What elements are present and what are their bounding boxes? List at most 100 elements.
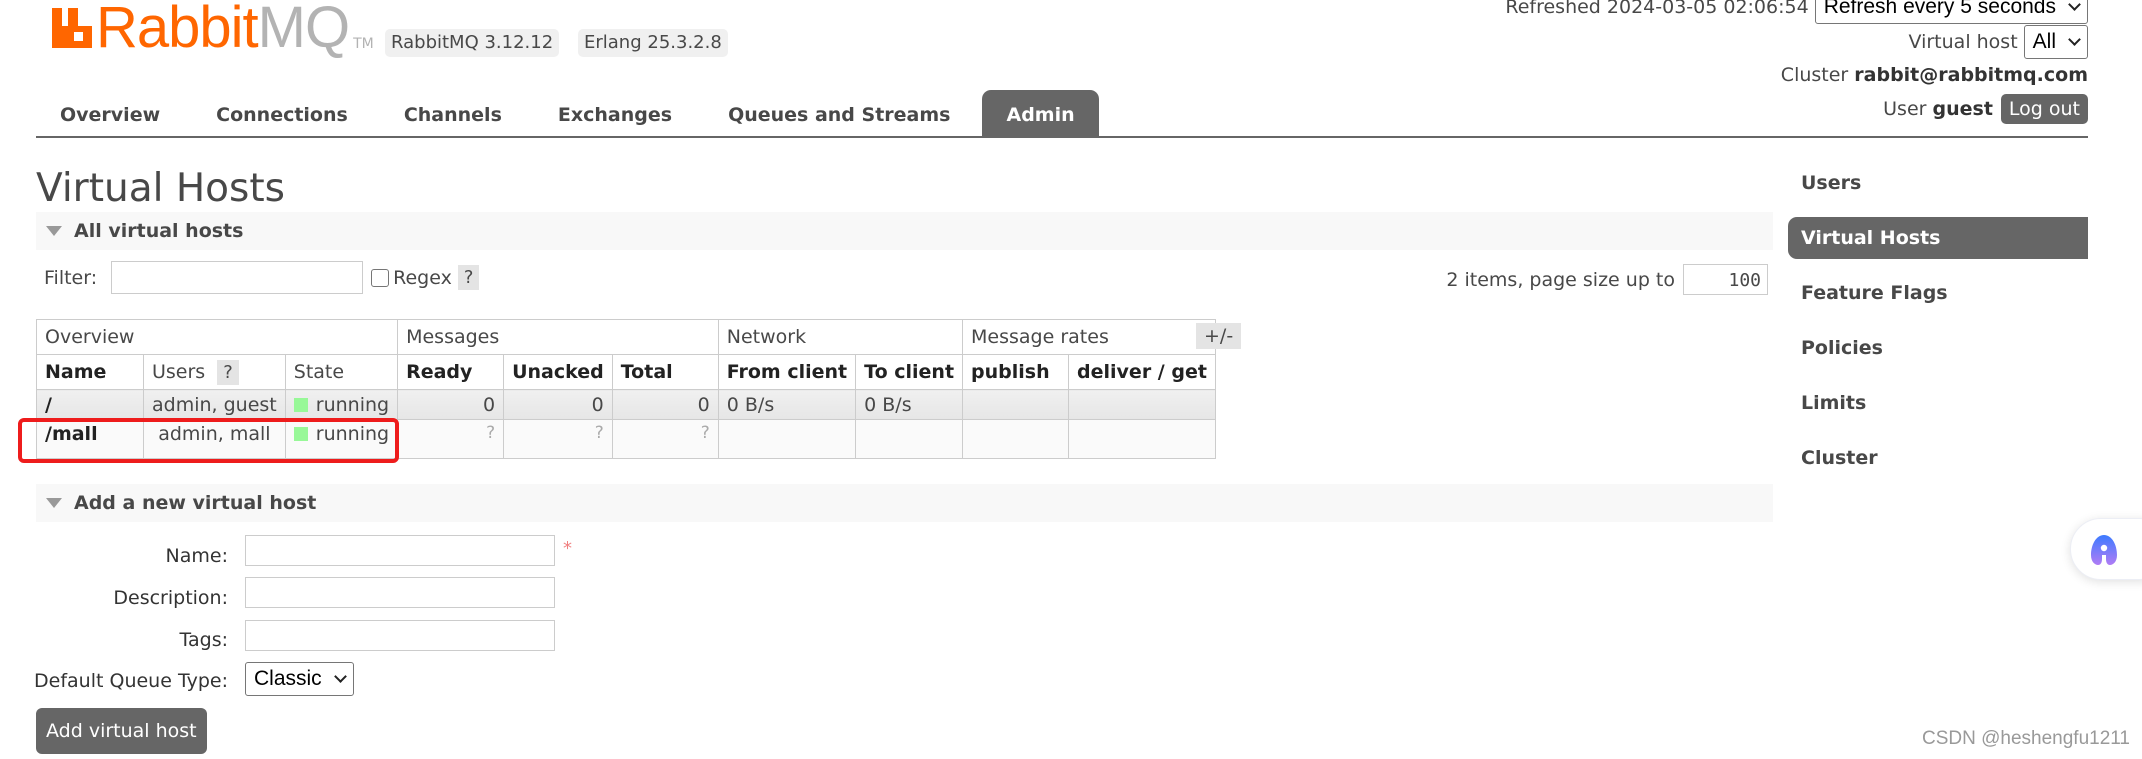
group-network: Network (717, 319, 964, 355)
admin-sidebar: Users Virtual Hosts Feature Flags Polici… (1788, 162, 2088, 492)
col-users[interactable]: Users ? (143, 354, 286, 390)
virtual-host-select[interactable]: All (2023, 25, 2088, 59)
nav-divider (36, 136, 2088, 138)
state-indicator-icon (293, 397, 308, 412)
assistant-widget[interactable] (2070, 518, 2142, 580)
vhost-from-client (717, 419, 857, 459)
default-queue-type-select[interactable]: Classic (245, 662, 354, 696)
section-title: All virtual hosts (74, 220, 244, 242)
vhost-ready: 0 (397, 389, 505, 420)
rabbit-logo-icon (52, 8, 92, 48)
users-help-button[interactable]: ? (217, 360, 239, 385)
name-input[interactable] (245, 535, 555, 566)
tab-channels[interactable]: Channels (380, 90, 526, 137)
vhost-name-link[interactable]: / (36, 389, 144, 420)
vhost-from-client: 0 B/s (717, 389, 857, 420)
required-asterisk: * (563, 538, 572, 559)
page-title: Virtual Hosts (36, 166, 285, 211)
add-virtual-host-button[interactable]: Add virtual host (36, 708, 207, 754)
description-label: Description: (113, 587, 228, 609)
virtual-host-label: Virtual host (1908, 31, 2018, 53)
sidebar-item-virtual-hosts[interactable]: Virtual Hosts (1788, 217, 2088, 259)
vhost-to-client (855, 419, 964, 459)
vhost-users: admin, guest (143, 389, 286, 420)
chevron-down-icon (2068, 33, 2081, 46)
highlight-annotation-box (18, 418, 399, 463)
sidebar-item-cluster[interactable]: Cluster (1788, 437, 2088, 479)
vhost-total: ? (611, 419, 719, 459)
col-to-client[interactable]: To client (855, 354, 964, 390)
vhost-deliver-get (1068, 419, 1216, 459)
section-title: Add a new virtual host (74, 492, 317, 514)
logo-text-rabbit: Rabbit (96, 0, 259, 60)
cluster-row: Cluster rabbit@rabbitmq.com (1781, 64, 2088, 86)
refreshed-timestamp: Refreshed 2024-03-05 02:06:54 (1505, 0, 1809, 18)
cluster-name: rabbit@rabbitmq.com (1854, 64, 2088, 86)
col-publish[interactable]: publish (962, 354, 1070, 390)
column-header-row: Name Users ? State Ready Unacked Total F… (36, 354, 1216, 390)
col-unacked[interactable]: Unacked (503, 354, 613, 390)
vhost-publish (962, 419, 1070, 459)
filter-input[interactable] (111, 261, 364, 294)
sidebar-item-policies[interactable]: Policies (1788, 327, 2088, 369)
logo-text-mq: MQ (257, 0, 350, 60)
col-state[interactable]: State (284, 354, 399, 390)
sidebar-item-users[interactable]: Users (1788, 162, 2088, 204)
toggle-columns-button[interactable]: +/- (1196, 323, 1242, 349)
refresh-interval-select[interactable]: Refresh every 5 seconds (1814, 0, 2088, 24)
tags-label: Tags: (179, 629, 228, 651)
refresh-row: Refreshed 2024-03-05 02:06:54 Refresh ev… (1505, 0, 2088, 24)
default-queue-type-label: Default Queue Type: (34, 670, 228, 692)
sidebar-item-limits[interactable]: Limits (1788, 382, 2088, 424)
rabbitmq-logo[interactable]: Rabbit MQ TM (52, 0, 374, 60)
erlang-version-badge: Erlang 25.3.2.8 (578, 29, 728, 57)
queue-type-value: Classic (254, 667, 322, 690)
logout-button[interactable]: Log out (2000, 94, 2088, 124)
items-summary: 2 items, page size up to (1446, 268, 1675, 291)
cluster-label: Cluster (1780, 64, 1849, 86)
vhost-to-client: 0 B/s (855, 389, 964, 420)
col-ready[interactable]: Ready (397, 354, 505, 390)
vhost-publish (962, 389, 1070, 420)
pagination-row: 2 items, page size up to 100 (1446, 264, 1768, 295)
regex-label: Regex (393, 266, 452, 289)
group-message-rates: Message rates (962, 319, 1216, 355)
tab-overview[interactable]: Overview (36, 90, 184, 137)
col-users-label: Users (152, 361, 206, 383)
virtual-host-value: All (2032, 30, 2056, 53)
vhost-total: 0 (611, 389, 719, 420)
filter-row: Filter: Regex ? (44, 261, 480, 294)
page-size-input[interactable]: 100 (1683, 264, 1768, 295)
regex-help-button[interactable]: ? (457, 265, 480, 290)
vhost-state: running (284, 389, 399, 420)
tags-input[interactable] (245, 620, 555, 651)
tab-admin[interactable]: Admin (982, 90, 1099, 137)
description-input[interactable] (245, 577, 555, 608)
assistant-icon (2091, 535, 2117, 565)
add-virtual-host-section-toggle[interactable]: Add a new virtual host (36, 484, 1773, 522)
col-name[interactable]: Name (36, 354, 144, 390)
user-row: User guest Log out (1883, 94, 2088, 124)
tab-exchanges[interactable]: Exchanges (534, 90, 696, 137)
filter-label: Filter: (44, 266, 98, 289)
col-deliver-get[interactable]: deliver / get (1068, 354, 1216, 390)
all-virtual-hosts-section-toggle[interactable]: All virtual hosts (36, 212, 1773, 250)
regex-checkbox[interactable] (371, 268, 390, 287)
user-name: guest (1932, 98, 1993, 120)
collapse-triangle-icon (46, 498, 62, 508)
chevron-down-icon (333, 670, 347, 683)
rabbitmq-version-badge: RabbitMQ 3.12.12 (385, 29, 560, 57)
table-row[interactable]: / admin, guest running 0 0 0 0 B/s 0 B/s (36, 389, 1216, 420)
tab-connections[interactable]: Connections (192, 90, 372, 137)
column-group-row: Overview Messages Network Message rates (35, 319, 1216, 355)
col-from-client[interactable]: From client (717, 354, 857, 390)
sidebar-item-feature-flags[interactable]: Feature Flags (1788, 272, 2088, 314)
col-total[interactable]: Total (611, 354, 719, 390)
tab-queues-and-streams[interactable]: Queues and Streams (704, 90, 974, 137)
user-label: User (1883, 98, 1927, 120)
vhost-ready: ? (397, 419, 505, 459)
vhost-unacked: ? (503, 419, 613, 459)
logo-trademark: TM (353, 36, 374, 52)
group-messages: Messages (397, 319, 719, 355)
main-nav: Overview Connections Channels Exchanges … (36, 90, 1107, 137)
